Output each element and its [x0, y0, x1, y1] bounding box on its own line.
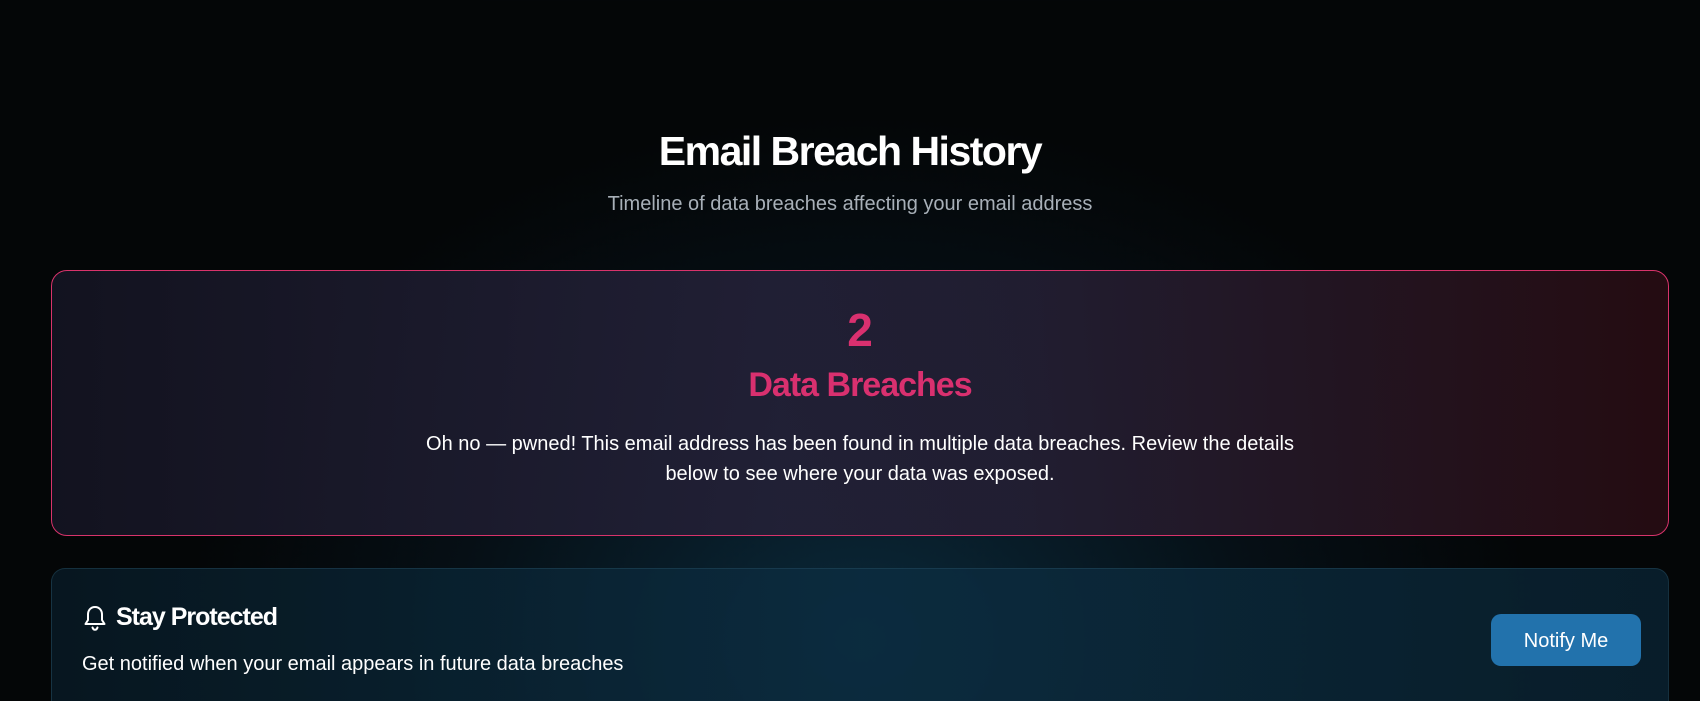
bell-icon — [82, 604, 108, 632]
stay-protected-description: Get notified when your email appears in … — [82, 653, 624, 675]
breach-count: 2 — [847, 304, 873, 356]
breach-message: Oh no — pwned! This email address has be… — [426, 433, 1294, 485]
breach-summary-card: 2 Data Breaches Oh no — pwned! This emai… — [51, 270, 1669, 536]
notify-me-button[interactable]: Notify Me — [1491, 614, 1641, 666]
stay-protected-heading: Stay Protected — [82, 603, 278, 632]
page-title: Email Breach History — [658, 128, 1043, 174]
stay-protected-title: Stay Protected — [116, 603, 278, 631]
stay-protected-card: Stay Protected Get notified when your em… — [51, 568, 1669, 701]
page-subtitle: Timeline of data breaches affecting your… — [607, 193, 1093, 215]
breach-count-label: Data Breaches — [748, 366, 972, 404]
